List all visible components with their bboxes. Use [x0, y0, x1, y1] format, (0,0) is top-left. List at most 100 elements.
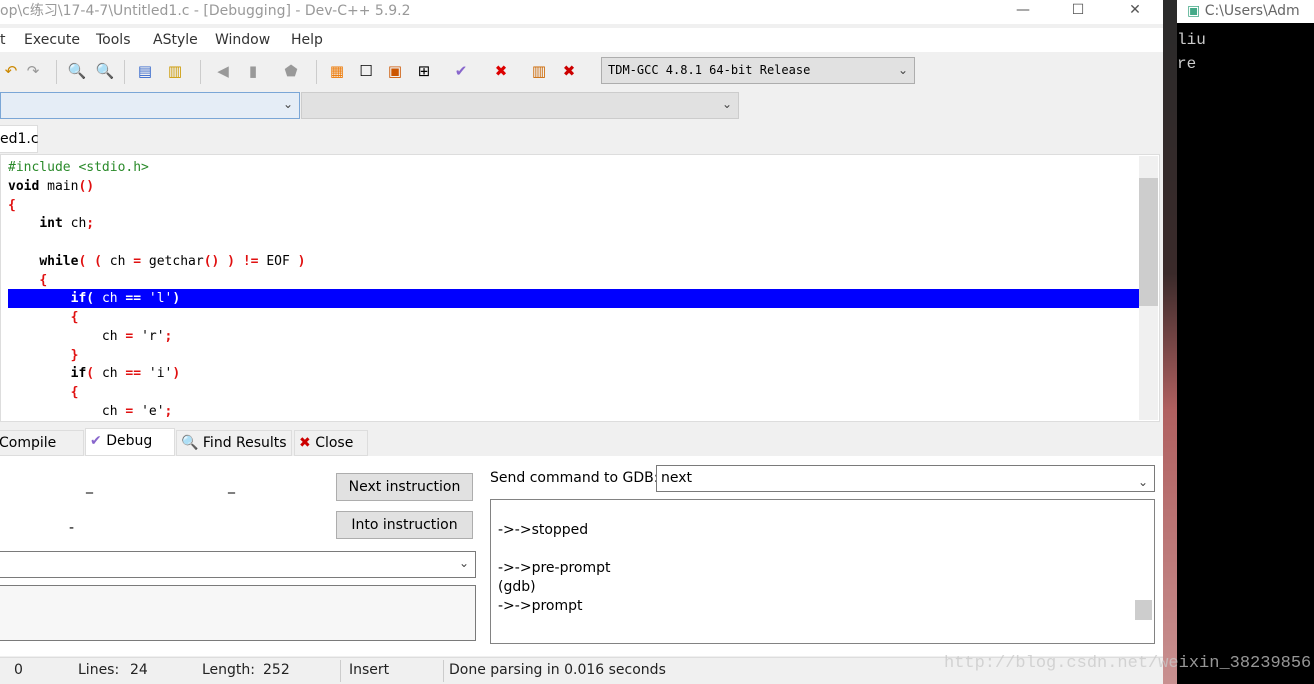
code-line[interactable]: {: [8, 308, 1139, 327]
tab-debug[interactable]: ✔ Debug: [85, 428, 175, 456]
bookmark-prev-icon[interactable]: ◀: [212, 60, 234, 82]
code-token: ( (: [78, 253, 110, 269]
gdb-scroll-thumb[interactable]: [1135, 600, 1152, 620]
code-token: ch: [101, 366, 126, 382]
color-icon[interactable]: ▣: [384, 60, 406, 82]
code-line[interactable]: ch = 'r';: [8, 327, 1139, 346]
gdb-output-line: (gdb): [498, 579, 536, 595]
code-token: ;: [164, 328, 173, 344]
desktop-background: [1163, 0, 1177, 684]
code-line[interactable]: {: [8, 196, 1139, 215]
code-token: if: [70, 291, 87, 307]
code-token: void: [8, 178, 40, 194]
console-title-bar: ▣ C:\Users\Adm: [1177, 0, 1314, 23]
code-token: 'l': [148, 291, 173, 307]
code-token: {: [70, 310, 79, 325]
code-token: while: [39, 253, 79, 269]
menu-help[interactable]: Help: [291, 32, 323, 48]
code-token: int: [39, 216, 63, 232]
minimize-button[interactable]: —: [1000, 0, 1046, 24]
code-token: 'i': [148, 366, 173, 382]
gdb-output-line: ->->pre-prompt: [498, 560, 611, 576]
console-icon: ▣: [1187, 3, 1201, 19]
chevron-down-icon: ⌄: [721, 97, 732, 111]
chevron-down-icon: ⌄: [1137, 475, 1148, 489]
code-line-current[interactable]: if( ch == 'l'): [8, 289, 1139, 309]
gdb-command-input[interactable]: next ⌄: [656, 465, 1155, 492]
undo-icon[interactable]: ↶: [0, 60, 22, 82]
code-line[interactable]: while( ( ch = getchar() ) != EOF ): [8, 252, 1139, 271]
debug-dash: _: [228, 478, 235, 494]
find-icon: 🔍: [181, 435, 199, 451]
new-project-icon[interactable]: ▦: [326, 60, 348, 82]
check-icon[interactable]: ✔: [450, 60, 472, 82]
code-line[interactable]: #include <stdio.h>: [8, 158, 1139, 177]
tab-untitled1[interactable]: ed1.c: [0, 125, 39, 153]
code-line[interactable]: {: [8, 271, 1139, 290]
code-token: ;: [164, 403, 173, 419]
code-line[interactable]: ch = 'e';: [8, 402, 1139, 421]
maximize-button[interactable]: ☐: [1055, 0, 1101, 24]
into-instruction-button[interactable]: Into instruction: [336, 511, 473, 539]
status-length-label: Length:: [202, 662, 256, 678]
menu-project[interactable]: t: [0, 32, 6, 48]
menu-tools[interactable]: Tools: [96, 32, 131, 48]
redo-icon[interactable]: ↷: [22, 60, 44, 82]
code-line[interactable]: }: [8, 346, 1139, 365]
status-lines: 24: [130, 662, 148, 678]
menu-execute[interactable]: Execute: [24, 32, 80, 48]
indent-icon[interactable]: ▤: [134, 60, 156, 82]
tab-close[interactable]: ✖ Close: [294, 430, 368, 456]
code-line[interactable]: void main(): [8, 177, 1139, 196]
status-mode: Insert: [349, 662, 390, 678]
code-line[interactable]: [8, 233, 1139, 252]
watch-select[interactable]: ⌄: [0, 551, 476, 578]
bookmark-icon[interactable]: ⬟: [280, 60, 302, 82]
class-select[interactable]: ⌄: [0, 92, 300, 119]
code-token: () ) !=: [203, 253, 267, 269]
status-col: 0: [14, 662, 23, 678]
bookmark-next-icon[interactable]: ▮: [242, 60, 264, 82]
code-token: ): [172, 291, 181, 307]
profile-delete-icon[interactable]: ✖: [558, 60, 580, 82]
menu-window[interactable]: Window: [215, 32, 270, 48]
code-token: #include <stdio.h>: [8, 160, 149, 175]
title-bar: op\c练习\17-4-7\Untitled1.c - [Debugging] …: [0, 0, 1163, 24]
window-title: op\c练习\17-4-7\Untitled1.c - [Debugging] …: [0, 3, 411, 19]
tab-compile-log[interactable]: Compile Log: [0, 430, 84, 475]
code-token: (: [86, 291, 102, 307]
compiler-select[interactable]: TDM-GCC 4.8.1 64-bit Release ⌄: [601, 57, 915, 84]
menu-astyle[interactable]: AStyle: [153, 32, 198, 48]
member-select[interactable]: ⌄: [301, 92, 739, 119]
gdb-label: Send command to GDB:: [490, 470, 659, 486]
code-token: {: [70, 385, 79, 400]
window-icon[interactable]: ☐: [355, 60, 377, 82]
debug-text-area[interactable]: [0, 585, 476, 641]
unindent-icon[interactable]: ▥: [164, 60, 186, 82]
code-line[interactable]: if( ch == 'i'): [8, 364, 1139, 383]
code-token: (: [86, 366, 102, 382]
code-token: =: [125, 403, 142, 419]
delete-icon[interactable]: ✖: [490, 60, 512, 82]
grid-icon[interactable]: ⊞: [413, 60, 435, 82]
gdb-output[interactable]: ->->stopped ->->pre-prompt (gdb) ->->pro…: [490, 499, 1155, 644]
code-token: {: [8, 197, 16, 213]
menu-bar: t Execute Tools AStyle Window Help: [0, 28, 1163, 52]
find-icon[interactable]: 🔍: [66, 60, 88, 82]
tab-label: Debug: [106, 433, 153, 449]
status-message: Done parsing in 0.016 seconds: [449, 662, 666, 678]
code-line[interactable]: {: [8, 383, 1139, 402]
chart-icon[interactable]: ▥: [528, 60, 550, 82]
code-editor[interactable]: #include <stdio.h> void main(){ int ch; w…: [0, 154, 1160, 422]
tab-find-results[interactable]: 🔍 Find Results: [176, 430, 292, 456]
code-token: ): [297, 253, 306, 269]
close-button[interactable]: ✕: [1112, 0, 1158, 24]
next-instruction-button[interactable]: Next instruction: [336, 473, 473, 501]
editor-scroll-thumb[interactable]: [1139, 178, 1158, 306]
replace-icon[interactable]: 🔍: [94, 60, 116, 82]
code-line[interactable]: int ch;: [8, 214, 1139, 233]
